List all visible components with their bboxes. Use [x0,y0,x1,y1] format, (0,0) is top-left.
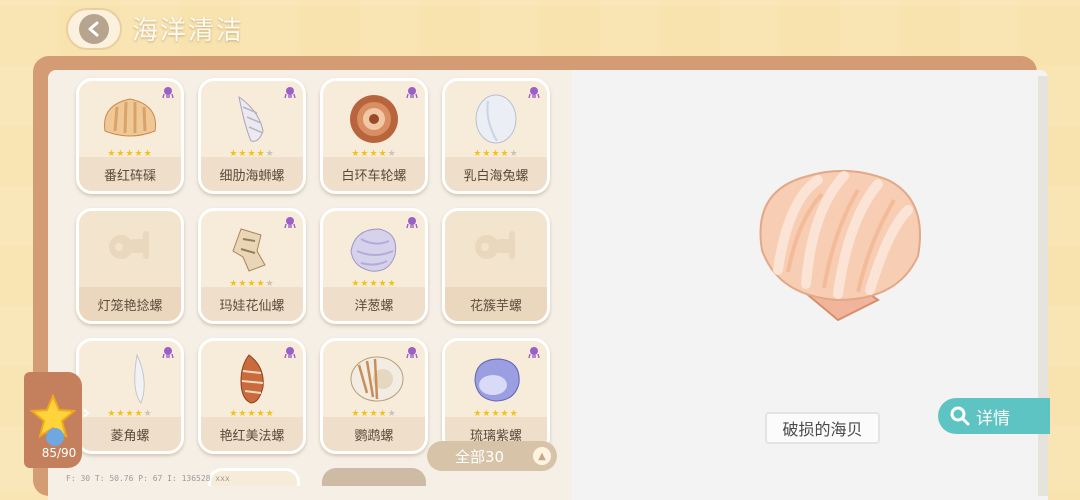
selected-item-name: 破损的海贝 [765,412,880,444]
onion-shell-icon [350,228,397,272]
shell-card[interactable]: ★★★★★ 洋葱螺 [320,208,428,324]
shell-name: 玛娃花仙螺 [201,287,303,321]
octopus-badge-icon [406,87,418,99]
shell-name: 鹦鹉螺 [323,417,425,451]
shell-name: 艳红美法螺 [201,417,303,451]
spiky-shell-icon [232,228,266,272]
shell-name: 洋葱螺 [323,287,425,321]
shell-name: 菱角螺 [79,417,181,451]
details-button[interactable]: 详情 [938,398,1050,434]
shell-card[interactable]: ★★★★★ 番红砗磲 [76,78,184,194]
octopus-badge-icon [406,217,418,229]
shell-card[interactable]: ★★★★★ 玛娃花仙螺 [198,208,306,324]
shell-card[interactable]: ★★★★★ 琉璃紫螺 [442,338,550,454]
octopus-badge-icon [284,347,296,359]
shell-name: 乳白海兔螺 [445,157,547,191]
shell-name: 细肋海蛳螺 [201,157,303,191]
back-arrow-icon [79,14,109,44]
shell-card[interactable]: ★★★★★ 细肋海蛳螺 [198,78,306,194]
octopus-badge-icon [162,347,174,359]
details-label: 详情 [976,408,1010,429]
octopus-badge-icon [162,87,174,99]
collection-progress-tab[interactable]: 85/90 › [24,372,90,468]
filter-dropdown[interactable]: 全部30 ▲ [427,441,557,471]
shell-card[interactable]: ★★★★★ 艳红美法螺 [198,338,306,454]
octopus-mini-icon [46,428,64,446]
chevron-up-icon: ▲ [533,447,551,465]
red-triton-shell-icon [240,354,264,404]
filter-label: 全部30 [455,447,505,466]
shell-card[interactable]: ★★★★★ 鹦鹉螺 [320,338,428,454]
shell-card[interactable]: ★★★★★ 乳白海兔螺 [442,78,550,194]
nautilus-shell-icon [350,356,404,402]
shell-card[interactable]: ★★★★★ 菱角螺 [76,338,184,454]
shell-card-locked[interactable]: 灯笼艳捻螺 [76,208,184,324]
chevron-right-icon: › [82,400,91,424]
shell-card[interactable]: ★★★★★ 白环车轮螺 [320,78,428,194]
locked-silhouette-icon [475,231,515,259]
octopus-badge-icon [528,87,540,99]
spiral-shell-icon [238,95,264,142]
white-shell-icon [475,94,517,144]
shell-card-partial[interactable] [322,468,426,486]
octopus-badge-icon [528,347,540,359]
octopus-badge-icon [284,87,296,99]
search-icon [950,406,970,426]
back-button[interactable] [66,8,122,50]
locked-silhouette-icon [109,231,149,259]
octopus-badge-icon [406,347,418,359]
debug-overlay: F: 30 T: 50.76 P: 67 I: 136528 xxx [66,474,230,483]
violet-shell-icon [474,358,520,402]
wheel-shell-icon [350,95,398,143]
shell-name: 灯笼艳捻螺 [79,287,181,321]
octopus-badge-icon [284,217,296,229]
shell-card-locked[interactable]: 花簇芋螺 [442,208,550,324]
shell-name: 番红砗磲 [79,157,181,191]
collection-count: 85/90 [41,446,77,460]
selected-shell-image [759,169,921,322]
scallop-shell-icon [104,98,156,137]
page-title: 海洋清洁 [132,16,245,46]
shell-name: 白环车轮螺 [323,157,425,191]
horn-shell-icon [134,353,145,404]
shell-name: 花簇芋螺 [445,287,547,321]
